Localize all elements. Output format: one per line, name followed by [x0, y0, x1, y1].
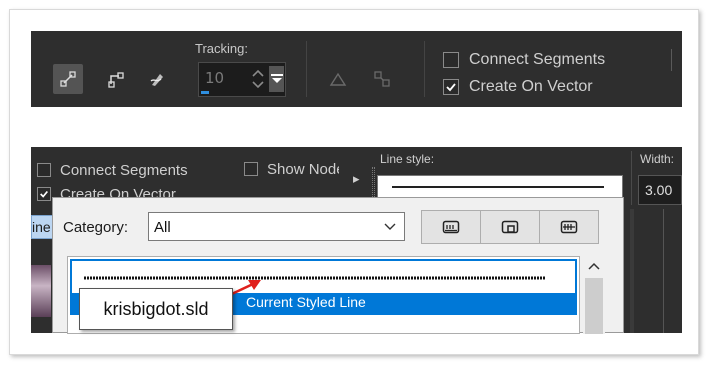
category-value: All — [154, 219, 171, 236]
toolbar-separator — [306, 41, 307, 97]
show-nodes-checkbox[interactable] — [244, 162, 258, 176]
toolbar-separator — [424, 41, 425, 97]
triangle-shape-icon — [329, 72, 347, 86]
connect-segments-label: Connect Segments — [60, 162, 188, 179]
overflow-arrow-icon[interactable]: ▸ — [353, 171, 360, 187]
create-on-vector-checkbox[interactable] — [443, 79, 459, 95]
docker-tab[interactable]: ine — [31, 215, 53, 239]
tracking-input[interactable]: 10 — [198, 62, 286, 97]
chevron-down-icon — [384, 223, 396, 230]
scrollbar-thumb[interactable] — [585, 278, 603, 334]
import-style-button[interactable] — [421, 210, 481, 244]
width-label: Width: — [640, 152, 675, 166]
filename-callout: krisbigdot.sld — [79, 288, 233, 330]
callout-text: krisbigdot.sld — [103, 298, 209, 319]
style-import-icon — [442, 220, 460, 234]
tracking-label: Tracking: — [195, 41, 248, 56]
tracking-progress-indicator — [201, 91, 209, 94]
shape-tool-button[interactable] — [323, 64, 353, 94]
panel-divider — [630, 209, 634, 333]
triangle-down-icon — [270, 74, 283, 83]
width-input[interactable]: 3.00 — [638, 175, 682, 205]
width-value: 3.00 — [645, 182, 673, 198]
create-on-vector-checkbox[interactable] — [37, 187, 51, 201]
node-select-icon — [374, 71, 390, 87]
dotted-line-preview — [84, 276, 546, 280]
spin-up-down-icon — [252, 69, 264, 89]
checkmark-icon — [446, 83, 456, 92]
connect-segments-label: Connect Segments — [469, 51, 606, 68]
line-style-label: Line style: — [380, 152, 435, 166]
tracking-value: 10 — [205, 69, 225, 87]
checkmark-icon — [40, 190, 48, 198]
toolbar-separator — [671, 49, 672, 71]
tracking-spinner[interactable] — [250, 66, 266, 92]
corner-segment-tool-button[interactable] — [101, 64, 131, 94]
create-on-vector-label: Create On Vector — [469, 78, 593, 95]
connect-segments-checkbox[interactable] — [443, 52, 459, 68]
node-corner-icon — [108, 72, 124, 88]
pen-freehand-icon — [150, 74, 163, 86]
list-scrollbar[interactable] — [583, 256, 605, 334]
connect-segments-checkbox[interactable] — [37, 163, 51, 177]
panel-divider — [663, 209, 664, 333]
style-manage-icon — [560, 220, 578, 234]
line-style-preview — [392, 186, 604, 188]
freehand-tool-button[interactable] — [143, 64, 173, 94]
color-swatch-strip — [31, 265, 51, 317]
delete-style-button[interactable] — [539, 210, 599, 244]
chevron-up-icon — [588, 262, 600, 270]
edit-style-button[interactable] — [480, 210, 540, 244]
node-tool-button[interactable] — [367, 64, 397, 94]
tracking-dropdown-button[interactable] — [269, 66, 284, 92]
category-label: Category: — [63, 219, 129, 236]
toolbar-separator — [631, 151, 632, 205]
category-select[interactable]: All — [148, 212, 405, 241]
straight-segment-tool-button[interactable] — [53, 64, 83, 94]
tool-options-toolbar: Tracking: 10 Connect Segments Create On … — [31, 31, 682, 107]
docker-tab-label: ine — [32, 219, 51, 235]
show-nodes-label: Show Node — [267, 161, 339, 178]
node-line-icon — [60, 71, 76, 87]
style-edit-icon — [501, 220, 519, 234]
